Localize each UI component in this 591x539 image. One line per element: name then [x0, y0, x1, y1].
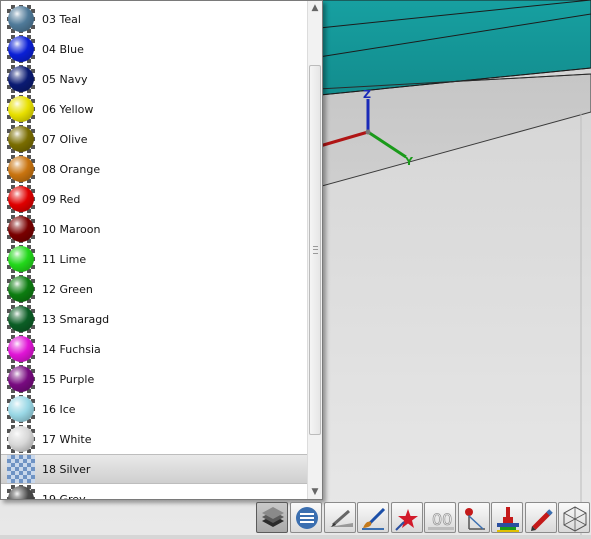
paint-brush-icon: [362, 507, 386, 530]
pencil-button[interactable]: [525, 502, 557, 533]
material-label: 15 Purple: [42, 372, 95, 386]
list-view-icon: [296, 507, 318, 529]
layers-icon: [262, 507, 284, 527]
material-item[interactable]: 12 Green: [1, 274, 307, 304]
scrollbar-thumb[interactable]: [309, 65, 321, 435]
wireframe-icon: [563, 506, 587, 532]
effects-button[interactable]: [391, 502, 423, 533]
material-swatch-icon: [7, 335, 35, 363]
00-text-icon: 00: [428, 510, 454, 530]
material-label: 08 Orange: [42, 162, 101, 176]
draw-button[interactable]: [324, 502, 356, 533]
material-label: 04 Blue: [42, 42, 84, 56]
material-item[interactable]: 18 Silver: [1, 454, 307, 484]
material-swatch-icon: [7, 425, 35, 453]
material-swatch-icon: [7, 65, 35, 93]
material-swatch-icon: [7, 365, 35, 393]
paint-brush-button[interactable]: [357, 502, 389, 533]
material-swatch-icon: [7, 455, 35, 483]
material-label: 12 Green: [42, 282, 93, 296]
pencil-icon: [531, 509, 553, 531]
dimension-icon: [465, 508, 485, 530]
material-label: 06 Yellow: [42, 102, 94, 116]
material-item[interactable]: 06 Yellow: [1, 94, 307, 124]
material-label: 18 Silver: [42, 462, 91, 476]
material-swatch-icon: [7, 245, 35, 273]
units-button[interactable]: 00: [424, 502, 456, 533]
list-view-button[interactable]: [290, 502, 322, 533]
wireframe-button[interactable]: [558, 502, 590, 533]
material-dropdown-list[interactable]: 03 Teal 04 Blue 05 Navy 06 Yellow 07 Olive 08…: [0, 0, 323, 500]
scroll-down-button[interactable]: ▼: [308, 485, 322, 499]
material-swatch-icon: [7, 185, 35, 213]
material-label: 10 Maroon: [42, 222, 101, 236]
material-swatch-icon: [7, 35, 35, 63]
material-swatch-icon: [7, 485, 35, 499]
material-swatch-icon: [7, 5, 35, 33]
fill-button[interactable]: [491, 502, 523, 533]
magic-star-icon: [395, 509, 418, 531]
layers-button[interactable]: [256, 502, 288, 533]
material-items: 03 Teal 04 Blue 05 Navy 06 Yellow 07 Olive 08…: [1, 1, 307, 499]
scroll-up-button[interactable]: ▲: [308, 1, 322, 15]
material-item[interactable]: 15 Purple: [1, 364, 307, 394]
bottom-toolbar: 00: [255, 500, 591, 535]
material-item[interactable]: 14 Fuchsia: [1, 334, 307, 364]
material-label: 16 Ice: [42, 402, 76, 416]
paint-bucket-icon: [497, 507, 519, 532]
material-item[interactable]: 09 Red: [1, 184, 307, 214]
material-item[interactable]: 10 Maroon: [1, 214, 307, 244]
material-label: 07 Olive: [42, 132, 88, 146]
material-label: 11 Lime: [42, 252, 87, 266]
material-label: 03 Teal: [42, 12, 81, 26]
material-swatch-icon: [7, 275, 35, 303]
material-item[interactable]: 04 Blue: [1, 34, 307, 64]
material-label: 09 Red: [42, 192, 81, 206]
svg-text:00: 00: [432, 510, 452, 529]
dimension-button[interactable]: [458, 502, 490, 533]
z-axis-label: Z: [363, 88, 371, 101]
material-item[interactable]: 03 Teal: [1, 4, 307, 34]
material-item[interactable]: 17 White: [1, 424, 307, 454]
material-swatch-icon: [7, 395, 35, 423]
y-axis-label: Y: [404, 155, 414, 168]
material-item[interactable]: 13 Smaragd: [1, 304, 307, 334]
material-item[interactable]: 05 Navy: [1, 64, 307, 94]
material-swatch-icon: [7, 95, 35, 123]
material-label: 05 Navy: [42, 72, 88, 86]
material-label: 14 Fuchsia: [42, 342, 101, 356]
material-item[interactable]: 19 Grey: [1, 484, 307, 499]
material-swatch-icon: [7, 155, 35, 183]
ruler-pencil-icon: [329, 509, 353, 527]
material-swatch-icon: [7, 215, 35, 243]
material-label: 19 Grey: [42, 492, 86, 500]
material-item[interactable]: 11 Lime: [1, 244, 307, 274]
material-item[interactable]: 07 Olive: [1, 124, 307, 154]
material-label: 17 White: [42, 432, 92, 446]
material-item[interactable]: 08 Orange: [1, 154, 307, 184]
material-swatch-icon: [7, 125, 35, 153]
material-swatch-icon: [7, 305, 35, 333]
material-label: 13 Smaragd: [42, 312, 110, 326]
material-item[interactable]: 16 Ice: [1, 394, 307, 424]
vertical-scrollbar[interactable]: ▲ ▼: [307, 1, 322, 499]
